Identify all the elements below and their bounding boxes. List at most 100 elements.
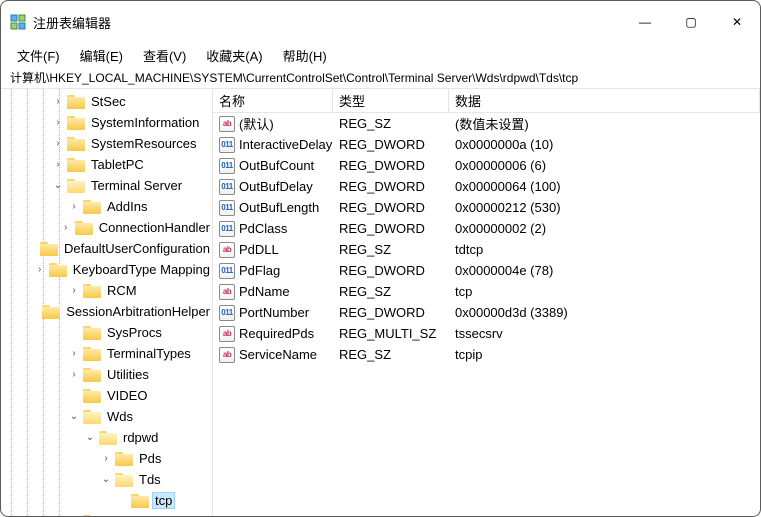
menu-view[interactable]: 查看(V): [139, 44, 190, 67]
tree-label[interactable]: SessionArbitrationHelper: [64, 304, 212, 319]
tree-label[interactable]: TerminalTypes: [105, 346, 193, 361]
tree-label[interactable]: rdpwd: [121, 430, 160, 445]
list-row[interactable]: 011PortNumberREG_DWORD0x00000d3d (3389): [213, 302, 760, 323]
folder-icon: [83, 347, 101, 361]
value-list[interactable]: ab(默认)REG_SZ(数值未设置)011InteractiveDelayRE…: [213, 113, 760, 516]
tree-node[interactable]: › SystemResources: [1, 133, 212, 154]
tree-node[interactable]: ⌄ Tds: [1, 469, 212, 490]
tree-label[interactable]: ConnectionHandler: [97, 220, 212, 235]
titlebar[interactable]: 注册表编辑器 — ▢ ✕: [1, 1, 760, 43]
chevron-right-icon[interactable]: ›: [51, 96, 65, 107]
tree-node[interactable]: ⌄ rdpwd: [1, 427, 212, 448]
col-name[interactable]: 名称: [213, 89, 333, 112]
binary-value-icon: 011: [219, 158, 235, 174]
tree-label[interactable]: StSec: [89, 94, 128, 109]
chevron-right-icon[interactable]: ›: [67, 285, 81, 296]
tree-label[interactable]: tcp: [153, 493, 174, 508]
list-row[interactable]: ab(默认)REG_SZ(数值未设置): [213, 113, 760, 134]
chevron-down-icon[interactable]: ⌄: [83, 432, 97, 443]
tree-label[interactable]: Pds: [137, 451, 163, 466]
tree-node[interactable]: › AddIns: [1, 196, 212, 217]
list-row[interactable]: abRequiredPdsREG_MULTI_SZtssecsrv: [213, 323, 760, 344]
list-row[interactable]: 011OutBufCountREG_DWORD0x00000006 (6): [213, 155, 760, 176]
close-button[interactable]: ✕: [714, 1, 760, 43]
binary-value-icon: 011: [219, 200, 235, 216]
tree-label[interactable]: WinStations: [105, 514, 178, 516]
chevron-right-icon[interactable]: ›: [67, 201, 81, 212]
value-data: (数值未设置): [449, 114, 760, 133]
tree-label[interactable]: KeyboardType Mapping: [71, 262, 212, 277]
minimize-button[interactable]: —: [622, 1, 668, 43]
list-header: 名称 类型 数据: [213, 89, 760, 113]
tree-node[interactable]: › StSec: [1, 91, 212, 112]
chevron-down-icon[interactable]: ⌄: [67, 411, 81, 422]
tree-label[interactable]: SystemResources: [89, 136, 198, 151]
tree-node[interactable]: ›WinStations: [1, 511, 212, 516]
tree-node[interactable]: › Utilities: [1, 364, 212, 385]
value-list-pane: 名称 类型 数据 ab(默认)REG_SZ(数值未设置)011Interacti…: [213, 89, 760, 516]
tree-node[interactable]: › TabletPC: [1, 154, 212, 175]
list-row[interactable]: 011InteractiveDelayREG_DWORD0x0000000a (…: [213, 134, 760, 155]
menu-help[interactable]: 帮助(H): [279, 44, 331, 67]
tree-label[interactable]: TabletPC: [89, 157, 146, 172]
chevron-right-icon[interactable]: ›: [51, 117, 65, 128]
tree-label[interactable]: AddIns: [105, 199, 149, 214]
tree-node[interactable]: SysProcs: [1, 322, 212, 343]
tree-node[interactable]: ⌄ Terminal Server: [1, 175, 212, 196]
tree-label[interactable]: RCM: [105, 283, 139, 298]
tree-node[interactable]: VIDEO: [1, 385, 212, 406]
address-bar[interactable]: 计算机\HKEY_LOCAL_MACHINE\SYSTEM\CurrentCon…: [1, 67, 760, 89]
list-row[interactable]: abPdNameREG_SZtcp: [213, 281, 760, 302]
col-data[interactable]: 数据: [449, 89, 760, 112]
folder-icon: [67, 158, 85, 172]
tree-node[interactable]: › Pds: [1, 448, 212, 469]
menu-file[interactable]: 文件(F): [13, 44, 64, 67]
chevron-right-icon[interactable]: ›: [51, 159, 65, 170]
tree-node[interactable]: › TerminalTypes: [1, 343, 212, 364]
value-data: 0x0000004e (78): [449, 263, 760, 278]
tree-node[interactable]: › RCM: [1, 280, 212, 301]
tree-node[interactable]: DefaultUserConfiguration: [1, 238, 212, 259]
tree-label[interactable]: Wds: [105, 409, 135, 424]
menu-fav[interactable]: 收藏夹(A): [202, 44, 266, 67]
list-row[interactable]: 011OutBufDelayREG_DWORD0x00000064 (100): [213, 176, 760, 197]
tree-label[interactable]: DefaultUserConfiguration: [62, 241, 212, 256]
tree-label[interactable]: Utilities: [105, 367, 151, 382]
list-row[interactable]: 011PdClassREG_DWORD0x00000002 (2): [213, 218, 760, 239]
value-type: REG_DWORD: [333, 200, 449, 215]
tree-label[interactable]: SysProcs: [105, 325, 164, 340]
tree-label[interactable]: Terminal Server: [89, 178, 184, 193]
tree-label[interactable]: VIDEO: [105, 388, 149, 403]
folder-icon: [83, 284, 101, 298]
value-name: OutBufDelay: [239, 179, 313, 194]
col-type[interactable]: 类型: [333, 89, 449, 112]
list-row[interactable]: 011PdFlagREG_DWORD0x0000004e (78): [213, 260, 760, 281]
tree-label[interactable]: Tds: [137, 472, 163, 487]
chevron-right-icon[interactable]: ›: [51, 138, 65, 149]
chevron-right-icon[interactable]: ›: [67, 369, 81, 380]
chevron-down-icon[interactable]: ⌄: [51, 180, 65, 191]
tree-node[interactable]: ⌄ Wds: [1, 406, 212, 427]
tree-label[interactable]: SystemInformation: [89, 115, 201, 130]
menu-edit[interactable]: 编辑(E): [76, 44, 127, 67]
chevron-right-icon[interactable]: ›: [67, 348, 81, 359]
chevron-right-icon[interactable]: ›: [33, 264, 47, 275]
tree-node[interactable]: › KeyboardType Mapping: [1, 259, 212, 280]
tree-node[interactable]: SessionArbitrationHelper: [1, 301, 212, 322]
maximize-button[interactable]: ▢: [668, 1, 714, 43]
tree-node[interactable]: › ConnectionHandler: [1, 217, 212, 238]
folder-icon: [40, 242, 58, 256]
folder-icon: [83, 200, 101, 214]
list-row[interactable]: abPdDLLREG_SZtdtcp: [213, 239, 760, 260]
tree-node[interactable]: tcp: [1, 490, 212, 511]
tree-node[interactable]: › SystemInformation: [1, 112, 212, 133]
list-row[interactable]: abServiceNameREG_SZtcpip: [213, 344, 760, 365]
tree-pane[interactable]: › StSec › SystemInformation › SystemResources…: [1, 89, 213, 516]
chevron-right-icon[interactable]: ›: [59, 222, 73, 233]
list-row[interactable]: 011OutBufLengthREG_DWORD0x00000212 (530): [213, 197, 760, 218]
folder-icon: [67, 116, 85, 130]
chevron-down-icon[interactable]: ⌄: [99, 474, 113, 485]
value-name: PdFlag: [239, 263, 280, 278]
app-icon: [9, 13, 27, 31]
chevron-right-icon[interactable]: ›: [99, 453, 113, 464]
